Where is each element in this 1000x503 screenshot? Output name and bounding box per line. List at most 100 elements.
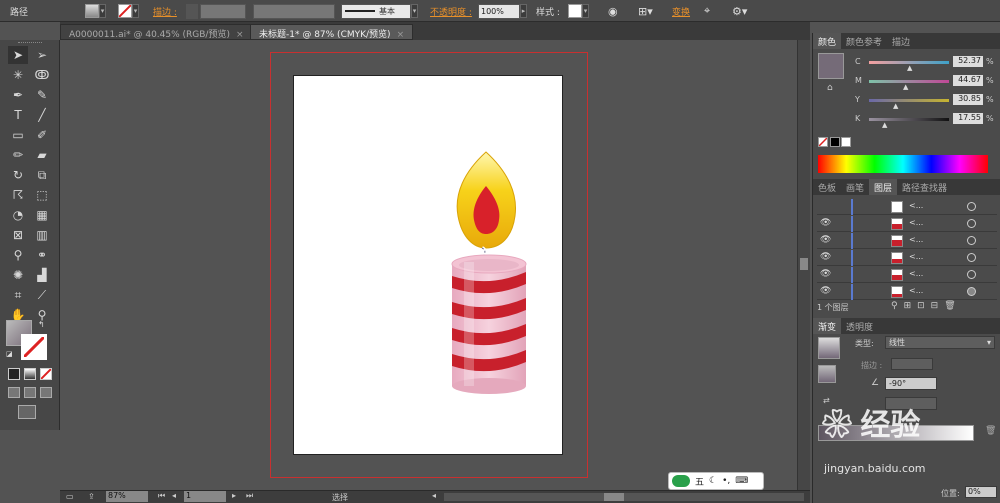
options-icon[interactable]: ⚙▾ xyxy=(732,3,747,19)
color-spectrum[interactable] xyxy=(818,155,988,173)
pencil-icon[interactable]: ✏ xyxy=(8,146,28,164)
punct-icon[interactable]: •, xyxy=(722,476,730,486)
scroll-left-icon[interactable]: ◂ xyxy=(432,491,436,500)
pen-icon[interactable]: ✒ xyxy=(8,86,28,104)
selection-tool-icon[interactable]: ➤ xyxy=(8,46,28,64)
tab-color[interactable]: 颜色 xyxy=(813,33,842,49)
graph-icon[interactable]: ▟ xyxy=(32,266,52,284)
gradient-angle-value[interactable]: -90° xyxy=(889,379,906,388)
delete-stop-icon[interactable]: 🗑 xyxy=(985,426,996,436)
layer-row[interactable]: 👁 <... xyxy=(817,267,997,283)
magenta-slider[interactable]: M ▲ 44.67 % xyxy=(855,75,995,91)
mesh-icon[interactable]: ⊠ xyxy=(8,226,28,244)
target-icon[interactable] xyxy=(967,202,976,211)
scale-icon[interactable]: ⧉ xyxy=(32,166,52,184)
none-mode-icon[interactable] xyxy=(40,368,52,380)
tab-stroke[interactable]: 描边 xyxy=(887,33,915,49)
opacity-value[interactable]: 100% xyxy=(478,3,520,19)
shape-builder-icon[interactable]: ◔ xyxy=(8,206,28,224)
brush-icon[interactable]: ✐ xyxy=(32,126,52,144)
aspect-ratio-field[interactable] xyxy=(885,397,937,410)
rotate-icon[interactable]: ↻ xyxy=(8,166,28,184)
eye-icon[interactable]: 👁 xyxy=(820,218,831,228)
cyan-value[interactable]: 52.37 xyxy=(953,56,983,67)
tab-swatches[interactable]: 色板 xyxy=(813,179,841,195)
gradient-slider[interactable] xyxy=(818,425,974,441)
first-page-icon[interactable]: ⏮ xyxy=(158,491,165,501)
eyedropper-icon[interactable]: ⚲ xyxy=(8,246,28,264)
target-icon[interactable] xyxy=(967,236,976,245)
magenta-value[interactable]: 44.67 xyxy=(953,75,983,86)
next-page-icon[interactable]: ▸ xyxy=(232,491,236,500)
free-transform-icon[interactable]: ⬚ xyxy=(32,186,52,204)
cyan-slider[interactable]: C ▲ 52.37 % xyxy=(855,56,995,72)
gradient-icon[interactable]: ▥ xyxy=(32,226,52,244)
eye-icon[interactable]: 👁 xyxy=(820,269,831,279)
eraser-icon[interactable]: ▰ xyxy=(32,146,52,164)
yellow-value[interactable]: 30.85 xyxy=(953,94,983,105)
prev-page-icon[interactable]: ◂ xyxy=(172,491,176,500)
last-page-icon[interactable]: ⏭ xyxy=(246,491,253,501)
tab-layers[interactable]: 图层 xyxy=(869,179,898,195)
swap-icon[interactable]: ↰ xyxy=(38,320,45,329)
variable-width-dropdown[interactable] xyxy=(253,3,335,19)
zoom-field[interactable]: 87% xyxy=(106,491,148,502)
slice-icon[interactable]: ⟋ xyxy=(32,286,52,304)
layer-row[interactable]: 👁 <... xyxy=(817,250,997,266)
default-colors-icon[interactable]: ◪ xyxy=(6,350,13,358)
style-swatch[interactable]: ▾ xyxy=(568,3,589,19)
tab-color-guide[interactable]: 颜色参考 xyxy=(841,33,887,49)
black-swatch[interactable] xyxy=(830,137,840,147)
rectangle-icon[interactable]: ▭ xyxy=(8,126,28,144)
tab-pathfinder[interactable]: 路径查找器 xyxy=(897,179,952,195)
magic-wand-icon[interactable]: ✳ xyxy=(8,66,28,84)
stroke-weight-field[interactable] xyxy=(186,3,246,19)
yellow-slider[interactable]: Y ▲ 30.85 % xyxy=(855,94,995,110)
status-icon[interactable]: ▭ xyxy=(66,492,74,501)
stroke-weight-label[interactable]: 描边 : xyxy=(153,3,177,19)
scroll-thumb[interactable] xyxy=(800,258,808,270)
ime-toolbar[interactable]: 五 ☾ •, ⌨ xyxy=(668,472,764,490)
layer-row[interactable]: 👁 <... xyxy=(817,284,997,300)
tab-transparency[interactable]: 透明度 xyxy=(841,318,878,334)
screen-mode-icon[interactable] xyxy=(18,405,36,419)
lasso-icon[interactable]: ↂ xyxy=(32,66,52,84)
black-value[interactable]: 17.55 xyxy=(953,113,983,124)
layer-row[interactable]: 👁 <... xyxy=(817,216,997,232)
tab-gradient[interactable]: 渐变 xyxy=(813,318,842,334)
target-icon[interactable] xyxy=(967,270,976,279)
gradient-position-field[interactable]: 0% xyxy=(965,486,997,498)
warp-icon[interactable]: ☈ xyxy=(8,186,28,204)
brush-definition-dropdown[interactable]: 基本 ▾ xyxy=(341,3,418,19)
layer-row[interactable]: 👁 <... xyxy=(817,233,997,249)
type-icon[interactable]: T xyxy=(8,106,28,124)
line-icon[interactable]: ╱ xyxy=(32,106,52,124)
gradient-angle-field[interactable]: -90° xyxy=(885,377,937,390)
horizontal-scrollbar[interactable] xyxy=(444,493,804,501)
draw-behind-icon[interactable] xyxy=(24,387,36,398)
close-icon[interactable]: × xyxy=(236,30,244,40)
color-mode-icon[interactable] xyxy=(8,368,20,380)
tab-document-2[interactable]: 未标题-1* @ 87% (CMYK/预览) × xyxy=(250,24,414,40)
eye-icon[interactable]: 👁 xyxy=(820,286,831,296)
none-swatch[interactable] xyxy=(818,137,828,147)
transform-link[interactable]: 变换 xyxy=(672,3,690,19)
target-icon[interactable] xyxy=(967,253,976,262)
stroke-swatch[interactable]: ▾ xyxy=(118,3,139,19)
symbol-sprayer-icon[interactable]: ✺ xyxy=(8,266,28,284)
gradient-type-dropdown[interactable]: 线性 ▾ xyxy=(885,336,995,349)
black-slider[interactable]: K ▲ 17.55 % xyxy=(855,113,995,129)
isolate-icon[interactable]: ⌖ xyxy=(704,3,710,19)
layer-footer-icons[interactable]: ⚲⊞⊡⊟🗑 xyxy=(891,301,962,311)
curvature-icon[interactable]: ✎ xyxy=(32,86,52,104)
artboard-icon[interactable]: ⌗ xyxy=(8,286,28,304)
draw-normal-icon[interactable] xyxy=(8,387,20,398)
current-color-swatch[interactable] xyxy=(818,53,844,79)
eye-icon[interactable]: 👁 xyxy=(820,235,831,245)
recolor-icon[interactable]: ◉ xyxy=(608,3,618,19)
target-icon[interactable] xyxy=(967,287,976,296)
keyboard-icon[interactable]: ⌨ xyxy=(735,476,748,486)
target-icon[interactable] xyxy=(967,219,976,228)
gradient-mode-icon[interactable] xyxy=(24,368,36,380)
gradient-position-value[interactable]: 0% xyxy=(968,487,981,496)
